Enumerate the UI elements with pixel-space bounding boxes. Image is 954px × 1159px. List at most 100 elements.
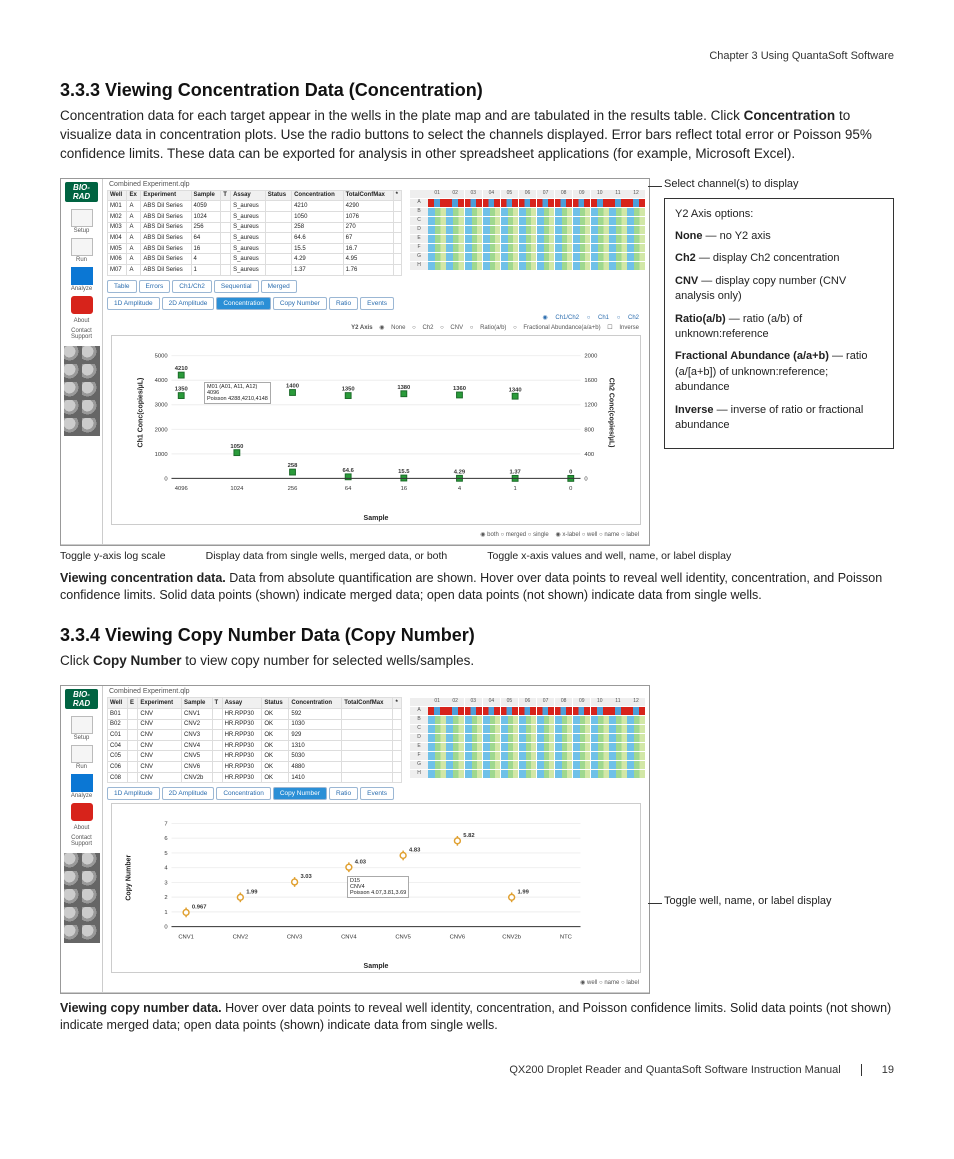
- x-axis-label: Sample: [112, 515, 640, 522]
- concentration-chart: Ch1 Conc(copies/µL) Ch2 Conc(copies/µL) …: [111, 335, 641, 525]
- chart-footer-options[interactable]: ◉ well ○ name ○ label: [107, 977, 645, 988]
- para-text: Concentration data for each target appea…: [60, 108, 744, 123]
- svg-text:1024: 1024: [230, 486, 244, 492]
- results-table[interactable]: WellEExperimentSampleTAssayStatusConcent…: [107, 697, 402, 783]
- svg-text:CNV6: CNV6: [450, 935, 466, 941]
- file-title: Combined Experiment.qlp: [109, 181, 645, 188]
- tab-events[interactable]: Events: [360, 787, 394, 800]
- biorad-logo: BIO-RAD: [65, 182, 98, 202]
- sidebar-item-about[interactable]: About: [61, 318, 102, 324]
- plate-map[interactable]: 010203040506070809101112ABCDEFGH: [410, 190, 645, 276]
- sidebar-item-analyze[interactable]: Analyze: [61, 774, 102, 799]
- footer-divider: [861, 1064, 862, 1076]
- filter-seq[interactable]: Sequential: [214, 280, 259, 293]
- callout-merged: Display data from single wells, merged d…: [206, 550, 448, 562]
- svg-text:1360: 1360: [453, 386, 466, 392]
- svg-text:1200: 1200: [584, 402, 598, 408]
- biorad-logo: BIO-RAD: [65, 689, 98, 709]
- footer-manual: QX200 Droplet Reader and QuantaSoft Soft…: [509, 1064, 840, 1076]
- svg-text:1350: 1350: [342, 386, 355, 392]
- filter-ch[interactable]: Ch1/Ch2: [172, 280, 212, 293]
- sidebar-item-setup[interactable]: Setup: [61, 209, 102, 234]
- svg-text:0: 0: [569, 469, 572, 475]
- svg-text:800: 800: [584, 427, 594, 433]
- sidebar-item-power[interactable]: [61, 803, 102, 821]
- svg-text:3000: 3000: [155, 402, 169, 408]
- chart-footer-options[interactable]: ◉ both ○ merged ○ single ◉ x-label ○ wel…: [107, 529, 645, 540]
- tab-2d-amplitude[interactable]: 2D Amplitude: [162, 787, 215, 800]
- file-title: Combined Experiment.qlp: [109, 688, 645, 695]
- footer-page: 19: [882, 1064, 894, 1076]
- svg-text:6: 6: [164, 836, 167, 842]
- tab-events[interactable]: Events: [360, 297, 394, 310]
- droplet-decoration: [64, 853, 100, 943]
- svg-text:16: 16: [401, 486, 407, 492]
- chart-tooltip: D15CNV4Poisson 4.07,3.81,3.69: [347, 876, 409, 898]
- sidebar-item-about[interactable]: About: [61, 825, 102, 831]
- svg-text:1380: 1380: [397, 385, 410, 391]
- tab-ratio[interactable]: Ratio: [329, 297, 358, 310]
- sidebar-item-support[interactable]: Contact Support: [61, 328, 102, 340]
- tab-1d-amplitude[interactable]: 1D Amplitude: [107, 297, 160, 310]
- svg-text:3.03: 3.03: [300, 874, 312, 880]
- analysis-tabs: 1D Amplitude2D AmplitudeConcentrationCop…: [107, 787, 645, 800]
- tab-copy-number[interactable]: Copy Number: [273, 297, 327, 310]
- svg-text:1.99: 1.99: [517, 890, 529, 896]
- svg-text:4.83: 4.83: [409, 848, 421, 854]
- y-axis-label: Copy Number: [125, 855, 132, 901]
- svg-text:4.03: 4.03: [355, 860, 367, 866]
- chapter-header: Chapter 3 Using QuantaSoft Software: [60, 50, 894, 62]
- section-333-para: Concentration data for each target appea…: [60, 107, 894, 164]
- sidebar-item-run[interactable]: Run: [61, 745, 102, 770]
- analysis-tabs: 1D Amplitude2D AmplitudeConcentrationCop…: [107, 297, 645, 310]
- section-334-heading: 3.3.4 Viewing Copy Number Data (Copy Num…: [60, 625, 894, 646]
- svg-text:256: 256: [288, 486, 298, 492]
- svg-text:5: 5: [164, 851, 167, 857]
- filter-merged[interactable]: Merged: [261, 280, 297, 293]
- y-axis-label: Ch1 Conc(copies/µL): [137, 377, 144, 447]
- svg-text:CNV3: CNV3: [287, 935, 303, 941]
- sidebar-item-support[interactable]: Contact Support: [61, 835, 102, 847]
- tab-1d-amplitude[interactable]: 1D Amplitude: [107, 787, 160, 800]
- tab-concentration[interactable]: Concentration: [216, 297, 270, 310]
- tab-concentration[interactable]: Concentration: [216, 787, 270, 800]
- y2-axis-options[interactable]: Y2 Axis ◉ None ○ Ch2 ○ CNV ○ Ratio(a/b) …: [107, 323, 645, 332]
- tab-2d-amplitude[interactable]: 2D Amplitude: [162, 297, 215, 310]
- y2-axis-label: Ch2 Conc(copies/µL): [608, 377, 615, 447]
- svg-text:1000: 1000: [155, 451, 169, 457]
- filter-errors[interactable]: Errors: [139, 280, 171, 293]
- svg-text:15.5: 15.5: [398, 469, 410, 475]
- screenshot-copynumber: BIO-RAD Setup Run Analyze About Contact …: [60, 685, 650, 994]
- annot-select-channels: Select channel(s) to display: [664, 178, 894, 190]
- svg-text:0: 0: [164, 925, 168, 931]
- svg-text:64.6: 64.6: [343, 468, 355, 474]
- svg-text:4096: 4096: [175, 486, 188, 492]
- svg-text:CNV1: CNV1: [178, 935, 194, 941]
- svg-text:4000: 4000: [155, 378, 169, 384]
- section-334-para: Click Copy Number to view copy number fo…: [60, 652, 894, 671]
- sidebar-item-run[interactable]: Run: [61, 238, 102, 263]
- svg-text:CNV2b: CNV2b: [502, 935, 521, 941]
- tab-copy-number[interactable]: Copy Number: [273, 787, 327, 800]
- caption-2: Viewing copy number data. Hover over dat…: [60, 1000, 894, 1034]
- svg-text:4: 4: [458, 486, 462, 492]
- results-table[interactable]: WellExExperimentSampleTAssayStatusConcen…: [107, 190, 402, 276]
- channel-radios[interactable]: ◉ Ch1/Ch2 ○ Ch1 ○ Ch2: [107, 312, 645, 323]
- filter-table[interactable]: Table: [107, 280, 137, 293]
- annot-y2-box: Y2 Axis options:None — no Y2 axisCh2 — d…: [664, 198, 894, 450]
- caption-1: Viewing concentration data. Data from ab…: [60, 570, 894, 604]
- svg-text:CNV2: CNV2: [233, 935, 249, 941]
- sidebar-item-power[interactable]: [61, 296, 102, 314]
- plate-map[interactable]: 010203040506070809101112ABCDEFGH: [410, 697, 645, 783]
- svg-text:1050: 1050: [230, 443, 243, 449]
- x-axis-label: Sample: [112, 963, 640, 970]
- tab-ratio[interactable]: Ratio: [329, 787, 358, 800]
- sidebar-item-analyze[interactable]: Analyze: [61, 267, 102, 292]
- svg-text:5.82: 5.82: [463, 833, 475, 839]
- screenshot-concentration: BIO-RAD Setup Run Analyze About Contact …: [60, 178, 650, 546]
- copynumber-chart: Copy Number Sample 01234567CNV10.967CNV2…: [111, 803, 641, 973]
- annot-toggle-label: Toggle well, name, or label display: [664, 895, 894, 907]
- filter-row: Table Errors Ch1/Ch2 Sequential Merged: [107, 280, 645, 293]
- svg-text:64: 64: [345, 486, 352, 492]
- sidebar-item-setup[interactable]: Setup: [61, 716, 102, 741]
